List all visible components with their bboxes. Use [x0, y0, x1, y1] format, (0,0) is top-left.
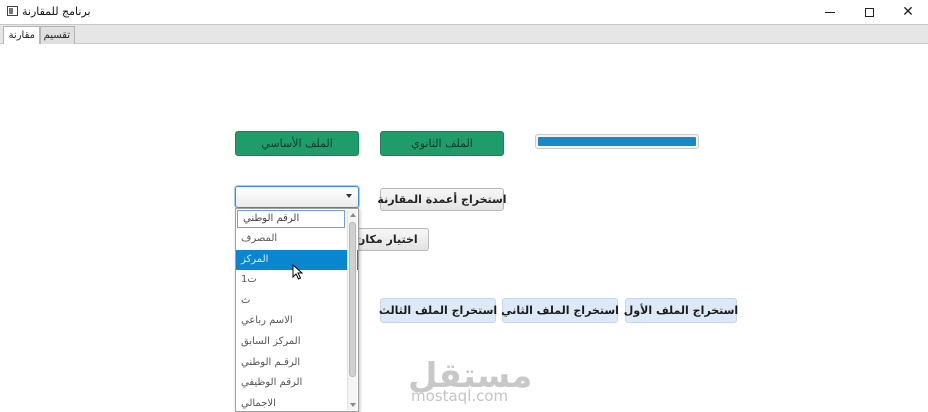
main-content: الملف الأساسي الملف الثانوي استخراج أعمد…: [0, 44, 928, 412]
dropdown-scrollbar[interactable]: [347, 210, 357, 410]
window-title: برنامج للمقارنة: [22, 5, 91, 18]
extract-second-button[interactable]: استخراج الملف الثاني: [501, 298, 619, 323]
maximize-button[interactable]: [849, 0, 889, 24]
secondary-file-button[interactable]: الملف الثانوي: [380, 131, 504, 156]
extract-first-button[interactable]: استخراج الملف الأول: [624, 298, 738, 323]
close-icon: ✕: [902, 4, 914, 20]
scroll-down-icon[interactable]: [350, 403, 356, 407]
list-item[interactable]: الاسم رباعي: [236, 311, 358, 332]
list-item[interactable]: المركز السابق: [236, 332, 358, 353]
choose-location-button[interactable]: اختيار مكان: [355, 228, 429, 251]
scrollbar-thumb[interactable]: [349, 222, 356, 377]
list-item[interactable]: الرقم الوطني: [237, 210, 345, 228]
tab-compare[interactable]: مقارنة: [3, 26, 40, 46]
columns-dropdown-list: الرقم الوطني المصرف المركز ت1 ث الاسم رب…: [235, 208, 359, 412]
extract-columns-button[interactable]: استخراج أعمدة المقارنة: [377, 188, 507, 211]
list-item[interactable]: الرقم الوظيفي: [236, 373, 358, 394]
scroll-up-icon[interactable]: [350, 213, 356, 217]
minimize-button[interactable]: [810, 0, 850, 24]
columns-combo-box[interactable]: [235, 186, 359, 208]
mouse-cursor-icon: [292, 264, 304, 280]
watermark-url: mostaql.com: [411, 387, 509, 405]
list-item[interactable]: الاجمالي: [236, 394, 358, 411]
main-file-button[interactable]: الملف الأساسي: [235, 131, 359, 156]
title-bar: برنامج للمقارنة ✕: [0, 0, 928, 24]
list-item[interactable]: الرقـم الوطني: [236, 353, 358, 374]
list-item[interactable]: المصرف: [236, 229, 358, 250]
extract-third-button[interactable]: استخراج الملف الثالث: [379, 298, 497, 323]
minimize-icon: [825, 11, 835, 13]
progress-fill: [538, 137, 696, 146]
close-button[interactable]: ✕: [888, 0, 928, 24]
chevron-down-icon[interactable]: [346, 194, 352, 198]
progress-bar: [535, 134, 699, 149]
tab-split[interactable]: تقسيم: [40, 26, 75, 45]
tab-bar: مقارنة تقسيم: [0, 24, 928, 46]
maximize-icon: [864, 7, 874, 17]
list-item[interactable]: ث: [236, 291, 358, 312]
app-icon: [7, 6, 18, 16]
